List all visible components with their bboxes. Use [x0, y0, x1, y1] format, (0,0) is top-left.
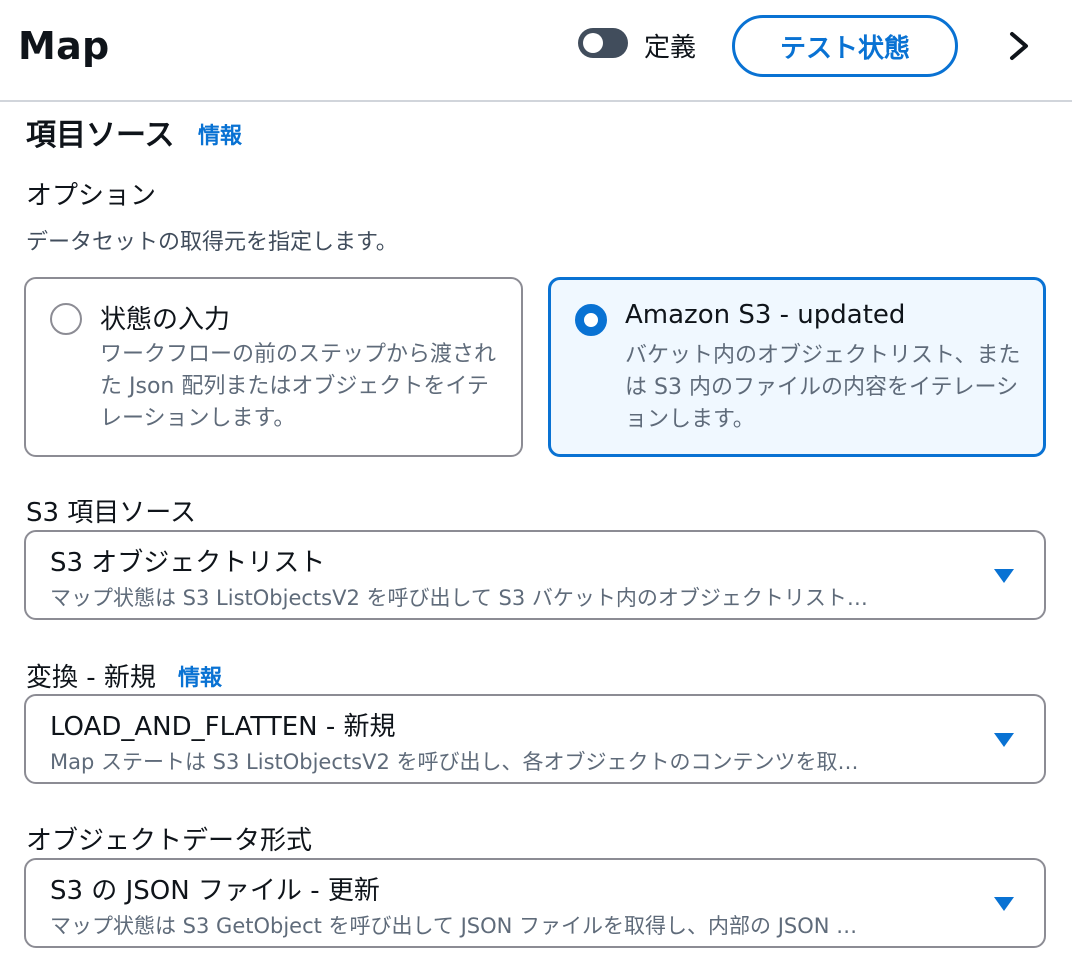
- data-format-label: オブジェクトデータ形式: [26, 826, 313, 856]
- select-description: Map ステートは S3 ListObjectsV2 を呼び出し、各オブジェクト…: [50, 750, 859, 774]
- chevron-right-icon[interactable]: [1004, 28, 1036, 64]
- tile-title: 状態の入力: [100, 305, 231, 335]
- tile-title: Amazon S3 - updated: [625, 300, 906, 330]
- transform-select[interactable]: LOAD_AND_FLATTEN - 新規 Map ステートは S3 ListO…: [24, 694, 1046, 784]
- caret-down-icon: [994, 733, 1014, 747]
- radio-amazon-s3[interactable]: [575, 304, 607, 336]
- data-format-select[interactable]: S3 の JSON ファイル - 更新 マップ状態は S3 GetObject …: [24, 858, 1046, 948]
- section-info-link[interactable]: 情報: [198, 118, 242, 150]
- caret-down-icon: [994, 569, 1014, 583]
- option-tile-state-input[interactable]: 状態の入力 ワークフローの前のステップから渡された Json 配列またはオブジェ…: [24, 277, 523, 457]
- transform-info-link[interactable]: 情報: [178, 660, 222, 692]
- tile-description: ワークフローの前のステップから渡された Json 配列またはオブジェクトをイテレ…: [100, 342, 497, 431]
- select-description: マップ状態は S3 GetObject を呼び出して JSON ファイルを取得し…: [50, 914, 858, 938]
- options-description: データセットの取得元を指定します。: [26, 230, 398, 255]
- radio-state-input[interactable]: [50, 303, 82, 335]
- toggle-knob: [583, 33, 603, 53]
- page-title: Map: [18, 24, 110, 68]
- header: Map 定義 テスト状態: [0, 0, 1072, 102]
- option-tile-amazon-s3[interactable]: Amazon S3 - updated バケット内のオブジェクトリスト、または …: [548, 277, 1046, 457]
- definition-toggle[interactable]: [578, 28, 628, 58]
- definition-toggle-label: 定義: [644, 33, 697, 63]
- transform-label: 変換 - 新規: [26, 663, 156, 693]
- select-description: マップ状態は S3 ListObjectsV2 を呼び出して S3 バケット内の…: [50, 586, 868, 610]
- select-value: S3 オブジェクトリスト: [50, 548, 326, 578]
- s3-source-label: S3 項目ソース: [26, 498, 197, 528]
- select-value: S3 の JSON ファイル - 更新: [50, 876, 380, 906]
- select-value: LOAD_AND_FLATTEN - 新規: [50, 712, 396, 742]
- s3-source-select[interactable]: S3 オブジェクトリスト マップ状態は S3 ListObjectsV2 を呼び…: [24, 530, 1046, 620]
- section-title: 項目ソース: [26, 118, 175, 153]
- caret-down-icon: [994, 897, 1014, 911]
- test-state-button[interactable]: テスト状態: [732, 15, 958, 77]
- options-label: オプション: [26, 181, 157, 211]
- tile-description: バケット内のオブジェクトリスト、または S3 内のファイルの内容をイテレーション…: [625, 343, 1021, 432]
